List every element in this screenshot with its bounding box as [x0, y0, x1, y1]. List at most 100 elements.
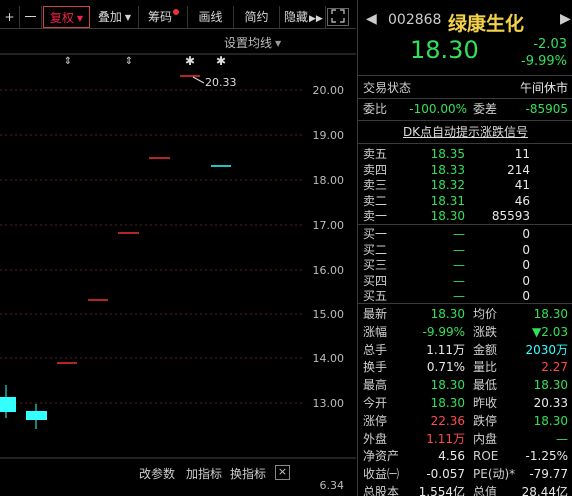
order-level-label: 买二	[363, 242, 388, 257]
stat-label: 内盘	[473, 431, 498, 446]
stat-label: 最高	[363, 378, 388, 393]
kline-chart[interactable]: 20.00 19.00 18.00 17.00 16.00 15.00 14.0…	[0, 30, 356, 496]
stat-label: 今开	[363, 396, 388, 410]
stat-value: -9.99%	[422, 324, 465, 339]
signal-row: DK点自动提示涨跌信号	[358, 124, 572, 141]
chevron-down-icon: ▼	[124, 13, 132, 22]
chip-distribution-button[interactable]: 筹码	[140, 6, 188, 28]
buy-order-row[interactable]: 买四 — 0	[358, 273, 572, 290]
price-axis-label: 17.00	[313, 219, 345, 232]
overlay-button[interactable]: 叠加 ▼	[91, 6, 139, 28]
switch-indicator-button[interactable]: 换指标	[230, 465, 266, 482]
fuquan-button[interactable]: 复权 ▼	[43, 6, 90, 28]
divider	[358, 98, 572, 99]
stat-value: -0.057	[426, 467, 465, 482]
price-axis-label: 19.00	[313, 129, 345, 142]
price-axis-label: 18.00	[313, 174, 345, 187]
next-stock-icon[interactable]: ▶	[560, 11, 571, 27]
event-star-icon[interactable]: ✱	[216, 54, 226, 68]
overlay-label: 叠加	[97, 10, 122, 24]
order-volume: 214	[507, 162, 530, 177]
sell-order-row[interactable]: 卖二 18.31 46	[358, 193, 572, 210]
sell-order-row[interactable]: 卖五 18.35 11	[358, 146, 572, 163]
chevron-down-icon: ▼	[76, 14, 84, 23]
stat-label: 均价	[473, 307, 498, 321]
weicha-value: -85905	[525, 102, 568, 116]
stat-value: 20.33	[533, 396, 568, 410]
sell-order-row[interactable]: 卖三 18.32 41	[358, 177, 572, 194]
stat-label: 总值	[473, 485, 498, 496]
ma-setting-button[interactable]: 设置均线 ▼	[224, 34, 281, 51]
stat-value: 18.30	[430, 307, 465, 321]
order-volume: 0	[522, 289, 530, 303]
buy-order-row[interactable]: 买二 — 0	[358, 242, 572, 259]
stat-value: 2.27	[541, 360, 568, 375]
stat-value: -1.25%	[525, 449, 568, 464]
stat-value: 18.30	[533, 378, 568, 393]
chip-label: 筹码	[147, 10, 172, 24]
stat-label: 最低	[473, 378, 498, 393]
stat-value: 2030万	[525, 342, 568, 357]
event-star-icon[interactable]: ✱	[185, 54, 195, 68]
order-price: —	[453, 242, 465, 257]
buy-order-row[interactable]: 买三 — 0	[358, 257, 572, 274]
price-axis-label: 16.00	[313, 264, 345, 277]
stat-value: 1.11万	[426, 342, 465, 357]
grid-lines	[0, 89, 302, 404]
price-axis-label: 20.00	[313, 84, 345, 97]
prev-stock-icon[interactable]: ◀	[366, 11, 377, 27]
order-volume: 46	[514, 193, 530, 208]
candle[interactable]	[0, 397, 16, 412]
stock-code: 002868	[388, 12, 442, 28]
stat-label: 换手	[363, 360, 388, 375]
order-price: —	[453, 289, 465, 303]
sell-order-row[interactable]: 卖一 18.30 85593	[358, 208, 572, 225]
weicha-label: 委差	[473, 102, 498, 116]
notification-dot-icon	[173, 9, 179, 15]
order-level-label: 卖三	[363, 178, 388, 192]
quote-stat-row: 净资产 4.56 ROE -1.25%	[358, 448, 572, 465]
quote-stat-row: 收益㈠ -0.057 PE(动)* -79.77	[358, 466, 572, 483]
add-indicator-button[interactable]: 加指标	[186, 465, 222, 482]
stat-label: 涨跌	[473, 324, 498, 339]
buy-order-row[interactable]: 买五 — 0	[358, 288, 572, 305]
stat-value: 22.36	[430, 413, 465, 428]
quote-stat-row: 外盘 1.11万 内盘 —	[358, 431, 572, 448]
stat-label: 总手	[363, 342, 388, 357]
simple-mode-button[interactable]: 简约	[234, 6, 280, 28]
fullscreen-button[interactable]	[327, 8, 349, 26]
buy-order-row[interactable]: 买一 — 0	[358, 226, 572, 243]
high-pointer	[192, 76, 205, 84]
order-volume: 11	[514, 147, 530, 161]
dk-signal-link[interactable]: DK点自动提示涨跌信号	[403, 125, 528, 139]
draw-line-button[interactable]: 画线	[188, 6, 234, 28]
order-price: 18.30	[430, 209, 465, 223]
trade-status-label: 交易状态	[363, 81, 412, 95]
double-chevron-right-icon: ▶▶	[309, 14, 323, 24]
stat-label: 涨幅	[363, 324, 388, 339]
divider	[358, 75, 572, 76]
close-indicator-button[interactable]: ×	[275, 465, 290, 480]
candle[interactable]	[26, 411, 47, 420]
ma-setting-label: 设置均线	[224, 36, 273, 50]
sell-order-row[interactable]: 卖四 18.33 214	[358, 162, 572, 179]
stat-label: PE(动)*	[473, 467, 516, 482]
quote-stat-row: 换手 0.71% 量比 2.27	[358, 359, 572, 376]
stat-value: 1.554亿	[418, 485, 465, 496]
stat-value: 0.71%	[426, 360, 465, 375]
stat-label: 总股本	[363, 485, 400, 496]
zoom-in-button[interactable]: +	[0, 6, 20, 28]
order-volume: 0	[522, 273, 530, 288]
order-level-label: 买三	[363, 258, 388, 272]
event-marker-icon[interactable]: ⇕	[125, 56, 133, 67]
stat-label: 量比	[473, 360, 498, 375]
weibi-row: 委比 -100.00% 委差 -85905	[358, 101, 572, 118]
stat-value: 1.11万	[426, 431, 465, 446]
change-params-button[interactable]: 改参数	[139, 465, 175, 482]
stat-value: 18.30	[430, 378, 465, 393]
hide-button[interactable]: 隐藏▶▶	[280, 6, 326, 28]
order-price: 18.31	[430, 193, 465, 208]
event-marker-icon[interactable]: ⇕	[64, 56, 72, 67]
zoom-out-button[interactable]: 一	[20, 6, 42, 28]
stat-value: 18.30	[533, 413, 568, 428]
